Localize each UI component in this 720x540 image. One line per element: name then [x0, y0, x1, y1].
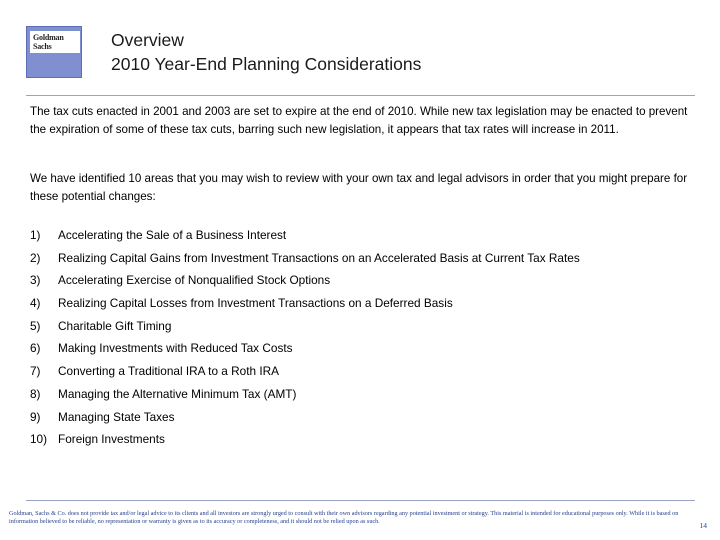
- logo-wordmark: Goldman Sachs: [30, 31, 80, 53]
- list-item-label: Converting a Traditional IRA to a Roth I…: [58, 364, 279, 379]
- list-item-number: 9): [30, 409, 41, 424]
- list-item: 3) Accelerating Exercise of Nonqualified…: [30, 273, 700, 296]
- title-line-1: Overview: [111, 30, 184, 50]
- goldman-sachs-logo: Goldman Sachs: [26, 26, 82, 78]
- list-item: 2) Realizing Capital Gains from Investme…: [30, 251, 700, 274]
- list-item-label: Foreign Investments: [58, 432, 165, 447]
- intro-paragraph-1: The tax cuts enacted in 2001 and 2003 ar…: [30, 105, 688, 136]
- list-item: 10) Foreign Investments: [30, 432, 700, 455]
- logo-line-2: Sachs: [33, 42, 52, 51]
- intro-paragraph-2: We have identified 10 areas that you may…: [30, 172, 688, 203]
- considerations-list: 1) Accelerating the Sale of a Business I…: [30, 228, 700, 455]
- list-item-number: 5): [30, 318, 41, 333]
- list-item-label: Managing the Alternative Minimum Tax (AM…: [58, 386, 297, 401]
- list-item-label: Realizing Capital Gains from Investment …: [58, 250, 580, 265]
- list-item-label: Making Investments with Reduced Tax Cost…: [58, 341, 293, 356]
- list-item-label: Managing State Taxes: [58, 409, 175, 424]
- list-item-label: Charitable Gift Timing: [58, 318, 172, 333]
- list-item: 5) Charitable Gift Timing: [30, 319, 700, 342]
- list-item: 6) Making Investments with Reduced Tax C…: [30, 341, 700, 364]
- list-item-number: 7): [30, 364, 41, 379]
- logo-line-1: Goldman: [33, 33, 64, 42]
- page-number: 14: [699, 521, 708, 530]
- slide: Goldman Sachs Overview 2010 Year-End Pla…: [0, 0, 720, 540]
- slide-header: Goldman Sachs Overview 2010 Year-End Pla…: [0, 0, 720, 96]
- disclaimer-text: Goldman, Sachs & Co. does not provide ta…: [9, 510, 679, 525]
- list-item-label: Accelerating Exercise of Nonqualified St…: [58, 273, 331, 288]
- list-item-number: 1): [30, 228, 41, 242]
- list-item-number: 2): [30, 250, 41, 265]
- title-line-2: 2010 Year-End Planning Considerations: [111, 54, 422, 74]
- header-divider: [26, 95, 695, 96]
- list-item-number: 3): [30, 273, 41, 288]
- list-item-label: Realizing Capital Losses from Investment…: [58, 296, 453, 311]
- list-item: 4) Realizing Capital Losses from Investm…: [30, 296, 700, 319]
- footer-divider: [26, 500, 695, 501]
- list-item-number: 8): [30, 386, 41, 401]
- list-item: 8) Managing the Alternative Minimum Tax …: [30, 387, 700, 410]
- list-item-number: 10): [30, 432, 48, 447]
- list-item: 7) Converting a Traditional IRA to a Rot…: [30, 364, 700, 387]
- page-title: Overview 2010 Year-End Planning Consider…: [111, 28, 421, 76]
- list-item: 1) Accelerating the Sale of a Business I…: [30, 228, 700, 251]
- list-item-label: Accelerating the Sale of a Business Inte…: [58, 228, 287, 242]
- list-item-number: 4): [30, 296, 41, 311]
- list-item-number: 6): [30, 341, 41, 356]
- list-item: 9) Managing State Taxes: [30, 410, 700, 433]
